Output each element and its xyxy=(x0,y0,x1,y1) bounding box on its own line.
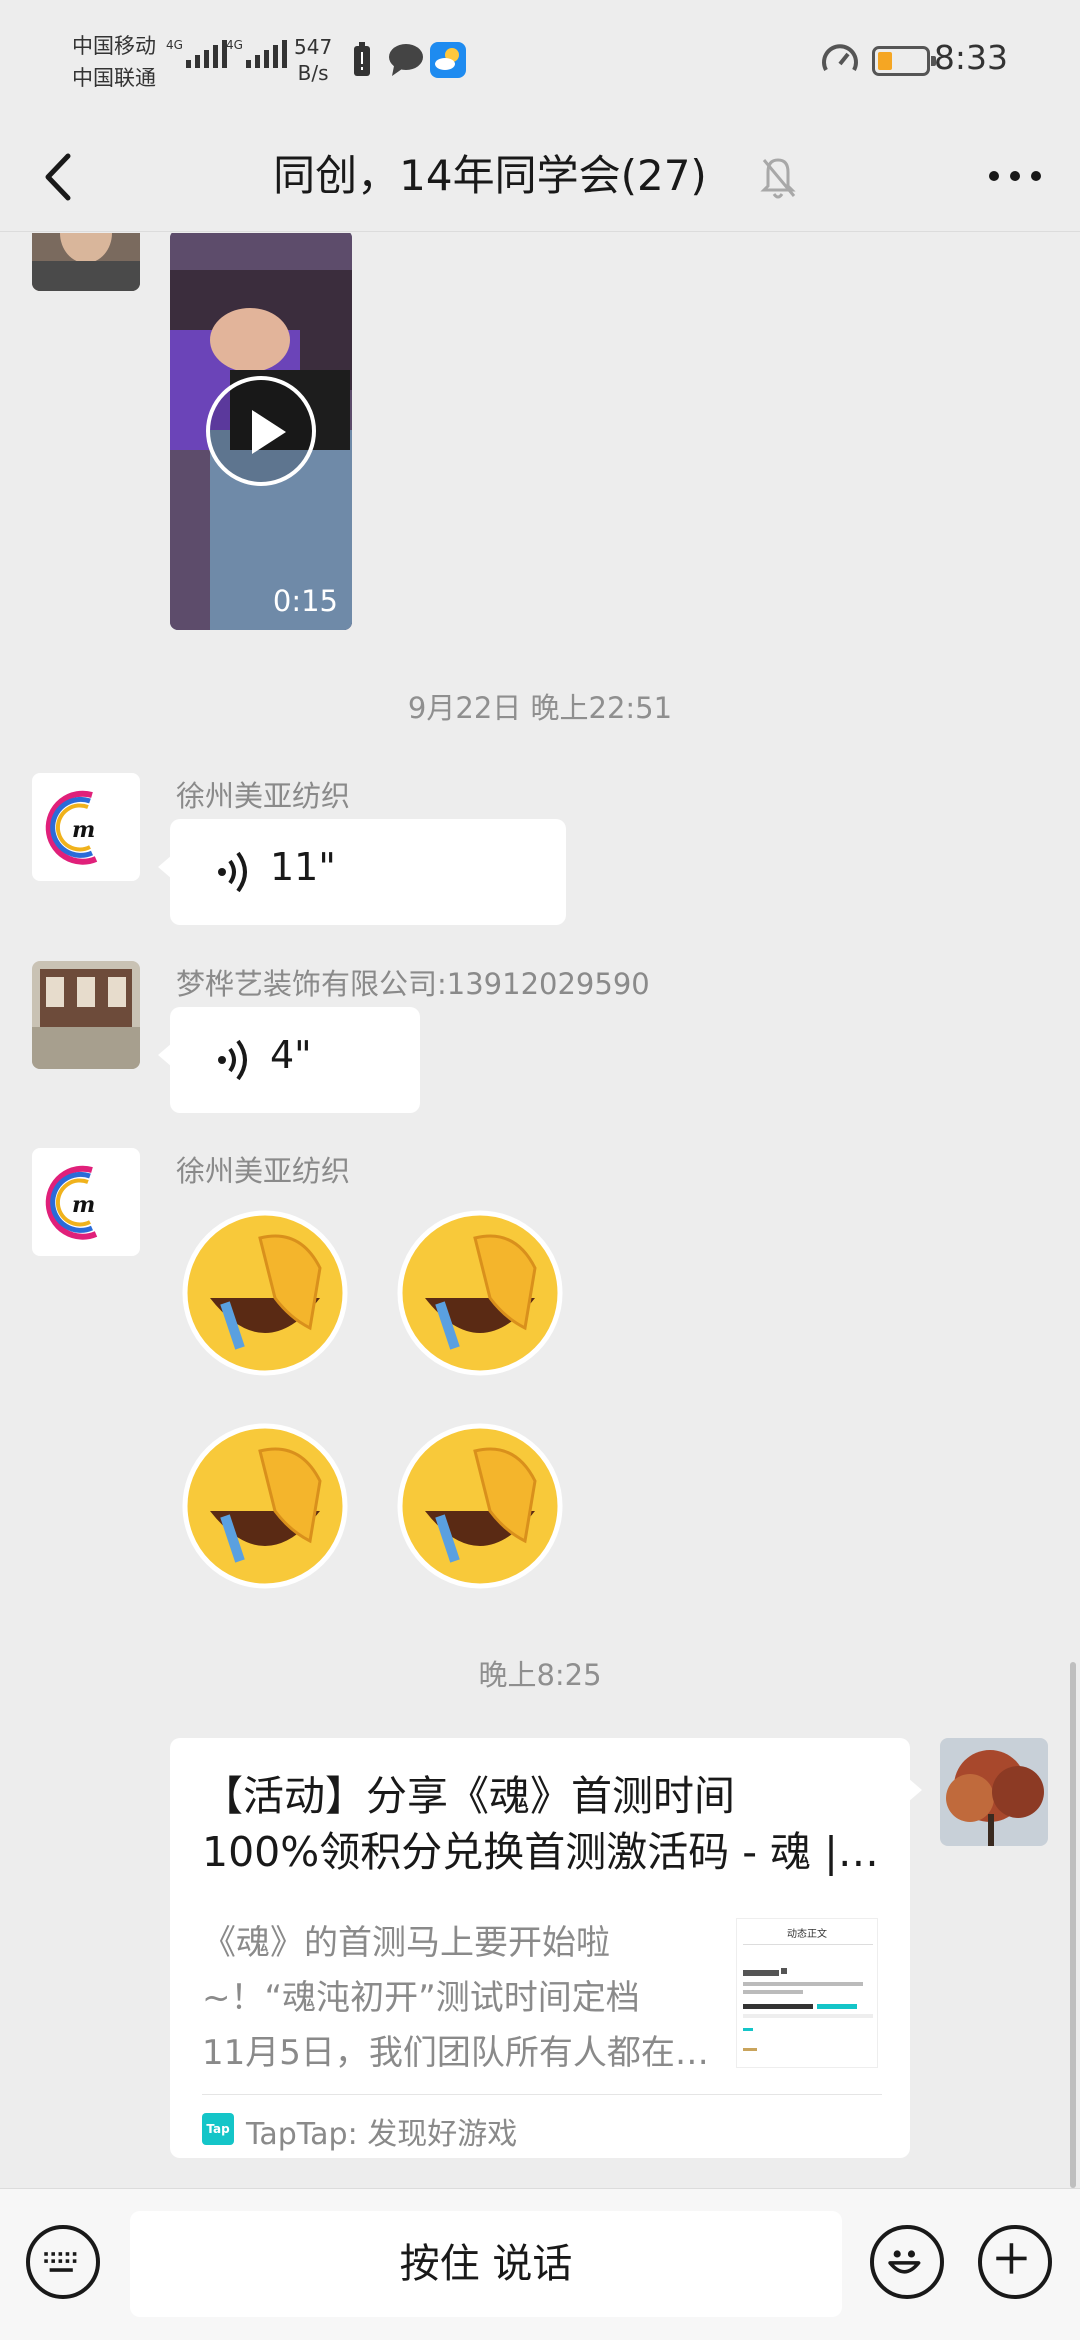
sender-name: 徐州美亚纺织 xyxy=(176,1154,351,1188)
taptap-logo-icon: Tap xyxy=(202,2113,234,2145)
link-desc-line: 11月5日，我们团队所有人都在全力准备中 xyxy=(202,2033,712,2073)
plus-icon[interactable] xyxy=(978,2225,1052,2299)
back-icon[interactable] xyxy=(30,142,90,212)
speedometer-icon xyxy=(822,44,858,71)
voice-message[interactable]: 11" xyxy=(158,819,566,925)
network-type-1: 4G xyxy=(166,38,183,52)
signal-icon: 4G xyxy=(226,38,287,68)
link-source: Tap TapTap: 发现好游戏 xyxy=(202,2094,882,2158)
emoji-icon[interactable] xyxy=(870,2225,944,2299)
message-icon xyxy=(389,44,423,76)
weather-icon xyxy=(430,42,466,78)
battery-icon xyxy=(872,46,936,76)
network-speed: 547 B/s xyxy=(294,34,332,86)
link-source-name: TapTap: 发现好游戏 xyxy=(246,2117,518,2152)
voice-length: 11" xyxy=(270,845,336,889)
play-icon[interactable] xyxy=(206,376,316,486)
link-title: 【活动】分享《魂》首测时间 100%领积分兑换首测激活码 - 魂 | TapTa… xyxy=(202,1768,882,1880)
message-list[interactable]: 0:15 9月22日 晚上22:51 m 徐州美亚纺织 11" 梦桦艺装饰有限公… xyxy=(0,233,1080,2188)
my-avatar[interactable] xyxy=(940,1738,1048,1846)
sender-name: 梦桦艺装饰有限公司:13912029590 xyxy=(176,967,650,1001)
voice-length: 4" xyxy=(270,1033,312,1077)
video-message[interactable]: 0:15 xyxy=(170,233,352,630)
hold-to-talk-button[interactable]: 按住 说话 xyxy=(130,2211,842,2317)
carrier-2: 中国联通 xyxy=(72,66,156,90)
voice-wave-icon xyxy=(218,1039,247,1081)
more-icon[interactable] xyxy=(980,146,1050,206)
carrier-1: 中国移动 xyxy=(72,34,156,58)
voice-message[interactable]: 4" xyxy=(158,1007,420,1113)
link-description: 《魂》的首测马上要开始啦 ~！“魂沌初开”测试时间定档 11月5日，我们团队所有… xyxy=(202,1916,712,2081)
face-palm-emoji-icon[interactable] xyxy=(395,1208,565,1378)
face-palm-emoji-icon[interactable] xyxy=(180,1421,350,1591)
avatar[interactable] xyxy=(32,961,140,1069)
link-desc-line: ~！“魂沌初开”测试时间定档 xyxy=(202,1978,640,2018)
voice-wave-icon xyxy=(218,851,247,893)
scrollbar[interactable] xyxy=(1070,1662,1076,2188)
video-duration: 0:15 xyxy=(272,584,338,618)
carrier-names: 中国移动 中国联通 xyxy=(72,30,156,94)
battery-alert-icon xyxy=(354,42,370,76)
thumbnail-heading: 动态正文 xyxy=(787,1929,827,1940)
svg-text:m: m xyxy=(72,1192,95,1218)
thumbnail-preview xyxy=(743,1944,873,2051)
page-title: 同创，14年同学会(27) xyxy=(273,151,707,200)
avatar[interactable]: m xyxy=(32,773,140,881)
signal-icon: 4G xyxy=(166,38,227,68)
status-bar: 中国移动 中国联通 4G 4G 547 B/s 8:33 xyxy=(0,0,1080,122)
face-palm-emoji-icon[interactable] xyxy=(180,1208,350,1378)
sender-name: 徐州美亚纺织 xyxy=(176,779,351,813)
link-title-line: 【活动】分享《魂》首测时间 xyxy=(202,1772,735,1820)
message-timestamp: 晚上8:25 xyxy=(478,1658,602,1692)
mute-bell-icon xyxy=(760,158,796,199)
chat-header: 同创，14年同学会(27) xyxy=(0,122,1080,232)
input-bar: 按住 说话 xyxy=(0,2188,1080,2340)
keyboard-icon[interactable] xyxy=(26,2225,100,2299)
speed-value: 547 xyxy=(294,35,333,59)
link-title-line: 100%领积分兑换首测激活码 - 魂 | TapTap xyxy=(202,1828,882,1876)
avatar[interactable] xyxy=(32,233,140,291)
message-timestamp: 9月22日 晚上22:51 xyxy=(407,691,673,725)
clock: 8:33 xyxy=(933,38,1008,77)
link-desc-line: 《魂》的首测马上要开始啦 xyxy=(202,1923,610,1963)
link-thumbnail: 动态正文 xyxy=(736,1918,878,2068)
face-palm-emoji-icon[interactable] xyxy=(395,1421,565,1591)
link-card[interactable]: 【活动】分享《魂》首测时间 100%领积分兑换首测激活码 - 魂 | TapTa… xyxy=(170,1738,922,2158)
avatar[interactable]: m xyxy=(32,1148,140,1256)
svg-text:m: m xyxy=(72,817,95,843)
network-type-2: 4G xyxy=(226,38,243,52)
speed-unit: B/s xyxy=(297,61,329,85)
